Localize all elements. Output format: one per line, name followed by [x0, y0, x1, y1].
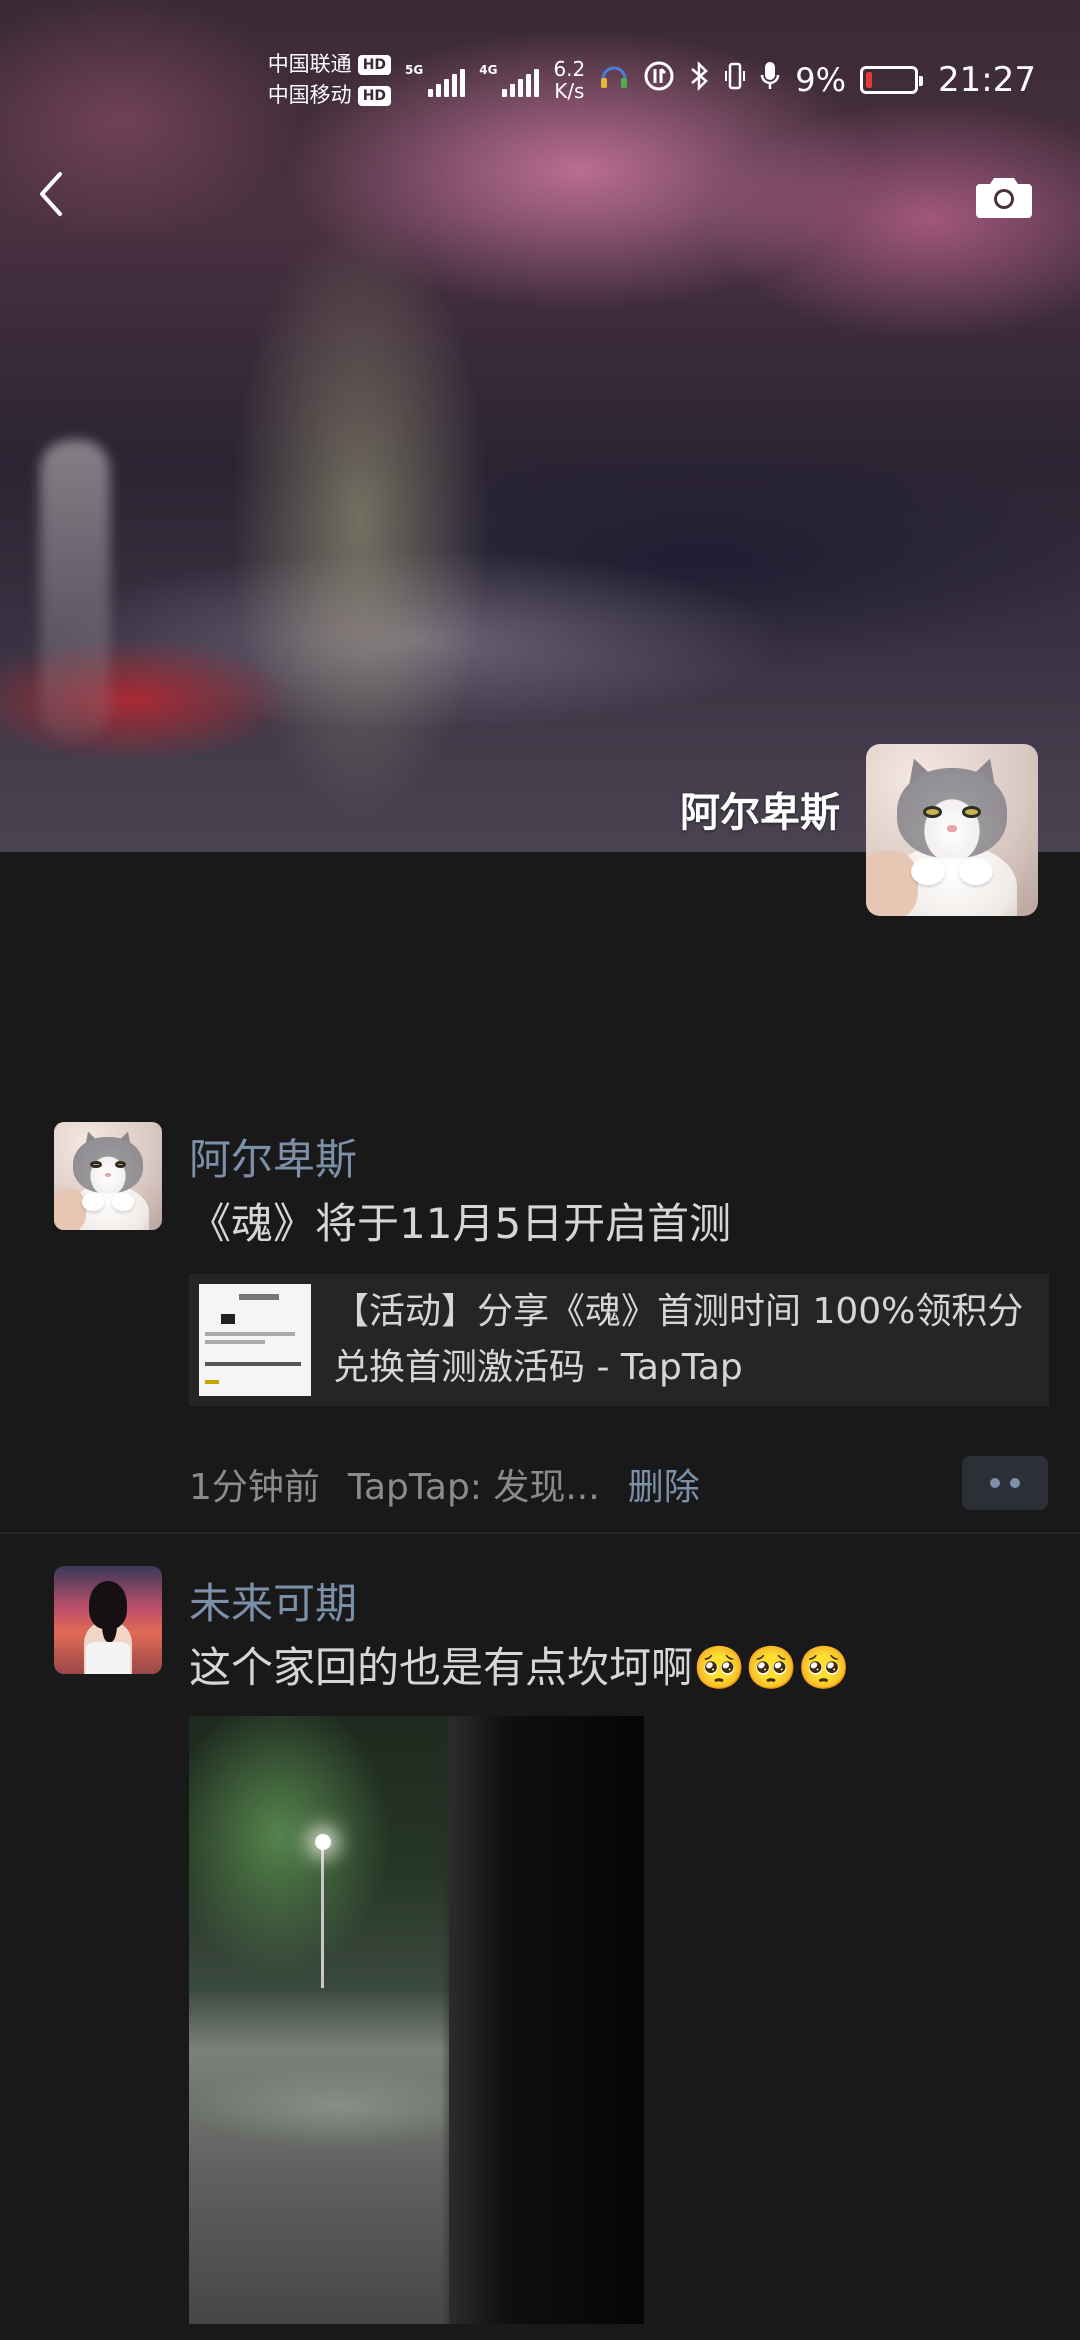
post-time: 1分钟前	[189, 1467, 320, 1508]
post-text: 这个家回的也是有点坎坷啊🥺🥺🥺	[189, 1643, 850, 1692]
hd-badge: HD	[357, 54, 392, 75]
bluetooth-icon	[689, 59, 711, 101]
signal-5g-icon: 5G	[405, 63, 466, 97]
moments-page: 中国联通 HD 中国移动 HD 5G 4G 6.2 K/s 9% 21:27 阿…	[0, 0, 1080, 2340]
network-speed: 6.2 K/s	[553, 58, 585, 102]
link-thumbnail	[199, 1284, 311, 1396]
girl-avatar-image	[54, 1566, 162, 1674]
camera-icon	[976, 178, 1032, 218]
post-author-name[interactable]: 未来可期	[189, 1570, 357, 1631]
carrier-name: 中国移动	[267, 83, 352, 107]
data-saver-icon	[643, 60, 675, 100]
network-type: 4G	[479, 63, 498, 77]
post-author-avatar[interactable]	[54, 1122, 162, 1230]
camera-button[interactable]	[976, 174, 1032, 218]
status-bar: 中国联通 HD 中国移动 HD 5G 4G 6.2 K/s 9% 21:27	[0, 40, 1080, 120]
speed-value: 6.2	[553, 57, 586, 81]
clock: 21:27	[938, 60, 1036, 100]
microphone-icon	[759, 59, 781, 101]
headset-icon	[599, 59, 629, 101]
post-author-name[interactable]: 阿尔卑斯	[189, 1126, 357, 1187]
profile-avatar[interactable]	[866, 744, 1038, 916]
dot-icon	[990, 1478, 1000, 1488]
signal-4g-icon: 4G	[479, 63, 540, 97]
chevron-left-icon	[40, 172, 62, 216]
carrier-name: 中国联通	[267, 52, 352, 76]
post-author-avatar[interactable]	[54, 1566, 162, 1674]
dot-icon	[1010, 1478, 1020, 1488]
cat-avatar-image	[866, 744, 1038, 916]
post-meta: 1分钟前 TapTap: 发现... 删除	[189, 1458, 700, 1510]
cat-avatar-image	[54, 1122, 162, 1230]
network-type: 5G	[405, 63, 424, 77]
divider	[0, 1532, 1080, 1534]
vibrate-icon	[725, 59, 746, 101]
video-thumbnail[interactable]	[189, 1716, 644, 2324]
battery-icon	[860, 66, 924, 94]
shared-link-card[interactable]: 【活动】分享《魂》首测时间 100%领积分兑换首测激活码 - TapTap	[189, 1274, 1049, 1406]
profile-name: 阿尔卑斯	[680, 790, 840, 836]
speed-unit: K/s	[554, 79, 585, 103]
more-options-button[interactable]	[962, 1456, 1048, 1510]
link-title: 【活动】分享《魂》首测时间 100%领积分兑换首测激活码 - TapTap	[333, 1291, 1024, 1388]
cover-tree	[40, 440, 110, 740]
back-button[interactable]	[32, 168, 72, 220]
post-source[interactable]: TapTap: 发现...	[348, 1458, 600, 1510]
battery-percent: 9%	[795, 61, 847, 99]
carrier-row: 中国移动 HD	[267, 80, 392, 111]
hd-badge: HD	[357, 85, 392, 106]
post-text: 《魂》将于11月5日开启首测	[189, 1199, 732, 1248]
carrier-row: 中国联通 HD	[267, 49, 392, 80]
cover-photo[interactable]	[0, 0, 1080, 852]
delete-link[interactable]: 删除	[628, 1458, 700, 1510]
carrier-info: 中国联通 HD 中国移动 HD	[267, 49, 392, 111]
